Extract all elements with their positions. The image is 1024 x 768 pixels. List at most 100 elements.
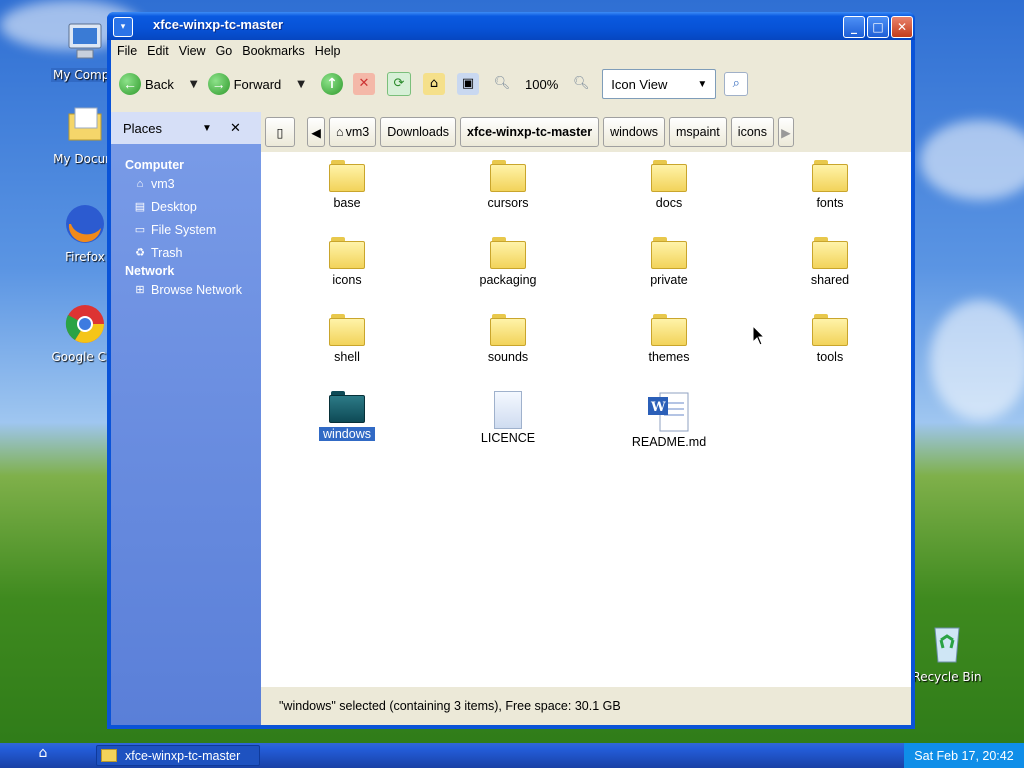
view-mode-value: Icon View [611, 76, 668, 92]
zoom-in-icon[interactable]: 🔍︎ [570, 73, 592, 95]
zoom-level: 100% [525, 76, 559, 92]
stop-icon[interactable]: ✕ [353, 73, 375, 95]
file-item[interactable]: sounds [448, 314, 568, 364]
back-button[interactable]: ← Back [119, 73, 174, 95]
breadcrumb-vm3[interactable]: ⌂ vm3 [329, 117, 377, 147]
back-history-dropdown[interactable]: ▼ [190, 79, 198, 90]
folder-icon [490, 237, 526, 269]
forward-label: Forward [233, 76, 282, 92]
file-item[interactable]: shell [287, 314, 407, 364]
zoom-out-icon[interactable]: 🔍︎ [491, 73, 513, 95]
sidebar-item-desktop[interactable]: ▤ Desktop [111, 195, 261, 218]
file-item[interactable]: packaging [448, 237, 568, 287]
sidebar-section-network: Network [125, 264, 175, 278]
menu-help[interactable]: Help [315, 44, 341, 58]
desktop-icon-label: Recycle Bin [912, 670, 982, 684]
file-item[interactable]: icons [287, 237, 407, 287]
computer-icon[interactable]: ▣ [457, 73, 479, 95]
menu-file[interactable]: File [117, 44, 137, 58]
up-folder-icon[interactable]: ↑ [321, 73, 343, 95]
sidebar-item-label: Trash [151, 245, 183, 260]
menu-view[interactable]: View [179, 44, 206, 58]
breadcrumb-scroll-left[interactable]: ◀ [307, 117, 325, 147]
start-icon: ⌂ [38, 745, 48, 761]
toolbar: ← Back ▼ → Forward ▼ ↑ ✕ ⟳ ⌂ ▣ 🔍︎ 100% 🔍… [111, 62, 911, 106]
breadcrumb-current[interactable]: xfce-winxp-tc-master [460, 117, 600, 147]
menu-bookmarks[interactable]: Bookmarks [242, 44, 305, 58]
forward-button[interactable]: → Forward [207, 73, 282, 95]
file-item[interactable]: LICENCE [448, 391, 568, 445]
status-text: "windows" selected (containing 3 items),… [279, 699, 621, 713]
breadcrumb-scroll-right[interactable]: ▶ [777, 117, 794, 147]
breadcrumb-icons[interactable]: icons [730, 117, 774, 147]
sidebar-item-label: Browse Network [151, 282, 242, 297]
breadcrumb-downloads[interactable]: Downloads [380, 117, 457, 147]
document-icon [494, 391, 522, 429]
menu-edit[interactable]: Edit [147, 44, 169, 58]
folder-icon [651, 160, 687, 192]
sidebar-item-label: File System [151, 222, 217, 237]
my-documents-icon [68, 107, 102, 141]
file-item[interactable]: themes [609, 314, 729, 364]
path-toggle-button[interactable]: ▯ [265, 117, 295, 147]
file-name: shell [334, 350, 360, 364]
home-folder-icon[interactable]: ⌂ [423, 73, 445, 95]
folder-icon [490, 160, 526, 192]
breadcrumb-label: vm3 [345, 125, 370, 139]
file-item[interactable]: private [609, 237, 729, 287]
breadcrumb-mspaint[interactable]: mspaint [669, 117, 727, 147]
desktop-icon-recycle-bin[interactable]: Recycle Bin [902, 622, 992, 684]
file-name: README.md [631, 435, 707, 449]
start-button[interactable]: ⌂ [30, 745, 56, 766]
file-item-selected[interactable]: windows [287, 391, 407, 441]
close-button[interactable]: ✕ [891, 16, 913, 38]
status-bar: "windows" selected (containing 3 items),… [261, 687, 911, 725]
sidebar-item-browse-network[interactable]: ⊞ Browse Network [111, 278, 261, 301]
file-item[interactable]: tools [770, 314, 890, 364]
reload-icon[interactable]: ⟳ [387, 72, 411, 96]
breadcrumb: ▯ ◀ ⌂ vm3 Downloads xfce-winxp-tc-master … [261, 112, 911, 152]
minimize-button[interactable]: _ [843, 16, 865, 38]
folder-icon [329, 160, 365, 192]
sidebar-item-label: vm3 [151, 176, 175, 191]
file-name: themes [648, 350, 690, 364]
forward-history-dropdown[interactable]: ▼ [297, 79, 305, 90]
clock[interactable]: Sat Feb 17, 20:42 [904, 743, 1024, 768]
sidebar-item-vm3[interactable]: ⌂ vm3 [111, 172, 261, 195]
file-name: packaging [479, 273, 537, 287]
view-mode-select[interactable]: Icon View ▼ [602, 69, 717, 99]
back-arrow-icon: ← [119, 73, 141, 95]
sidebar-item-file-system[interactable]: ▭ File System [111, 218, 261, 241]
window-menu-button[interactable]: ▾ [113, 17, 133, 37]
folder-icon [490, 314, 526, 346]
network-icon: ⊞ [135, 283, 145, 296]
file-item[interactable]: base [287, 160, 407, 210]
folder-icon [329, 314, 365, 346]
places-dropdown-icon[interactable]: ▼ [202, 123, 212, 134]
breadcrumb-windows[interactable]: windows [603, 117, 666, 147]
menu-go[interactable]: Go [216, 44, 233, 58]
taskbar-window-button[interactable]: xfce-winxp-tc-master [96, 745, 260, 766]
svg-text:W: W [650, 400, 666, 415]
folder-icon [651, 314, 687, 346]
maximize-button[interactable]: □ [867, 16, 889, 38]
file-name: windows [319, 427, 375, 441]
file-item[interactable]: fonts [770, 160, 890, 210]
file-item[interactable]: W README.md [609, 391, 729, 449]
close-icon[interactable]: ✕ [230, 120, 241, 136]
file-item[interactable]: docs [609, 160, 729, 210]
my-computer-icon [68, 23, 102, 59]
file-item[interactable]: cursors [448, 160, 568, 210]
file-name: LICENCE [480, 431, 536, 445]
sky-cloud [920, 120, 1024, 200]
mouse-cursor-icon [752, 325, 766, 346]
sidebar-item-trash[interactable]: ♻ Trash [111, 241, 261, 264]
file-name: cursors [487, 196, 529, 210]
search-icon[interactable]: ⌕ [724, 72, 749, 96]
file-item[interactable]: shared [770, 237, 890, 287]
folder-icon [329, 391, 365, 423]
title-bar[interactable]: ▾ xfce-winxp-tc-master _ □ ✕ [107, 12, 915, 40]
folder-icon [651, 237, 687, 269]
file-view[interactable]: base cursors docs fonts icons packaging … [261, 152, 911, 687]
places-header: Places ▼ ✕ [111, 112, 261, 144]
